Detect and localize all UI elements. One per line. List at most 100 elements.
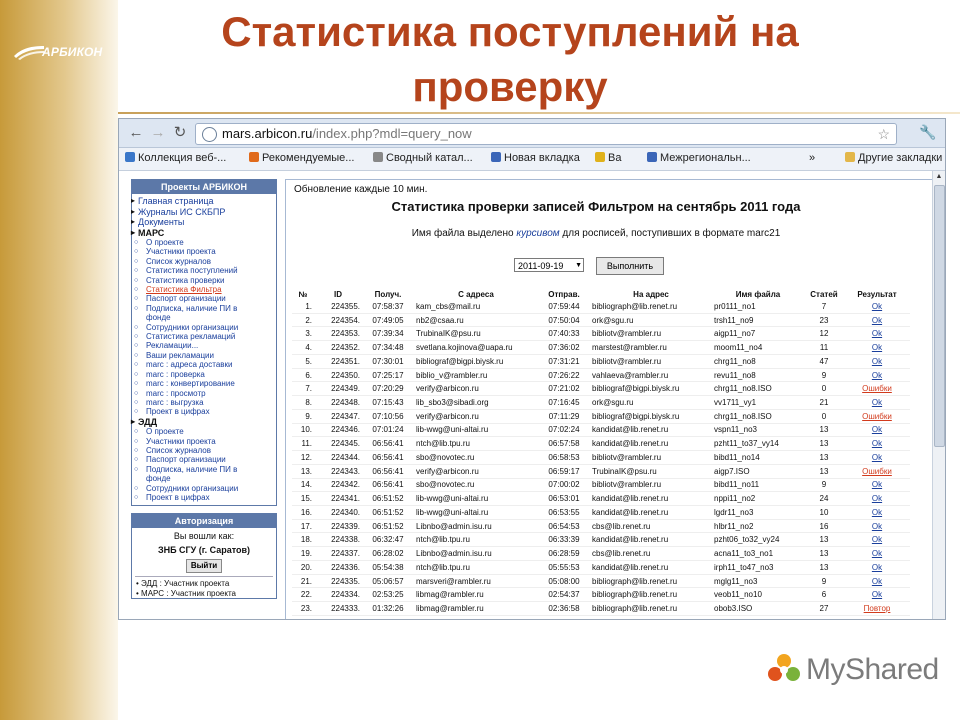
auth-logged-as: Вы вошли как: [173,531,235,542]
table-cell: 07:26:22 [538,368,590,383]
sidebar-item[interactable]: ○ marc : выгрузка [132,398,276,407]
result-link[interactable]: Ok [872,480,882,489]
result-link[interactable]: Ok [872,343,882,352]
sidebar-item[interactable]: ○ Список журналов [132,257,276,266]
scroll-up-arrow-icon[interactable]: ▲ [934,172,944,182]
result-link[interactable]: Ошибки [862,412,892,421]
arrow-bullet-icon: ▸ [131,217,136,226]
result-link[interactable]: Ok [872,590,882,599]
sidebar-item[interactable]: ○ Сотрудники организации [132,323,276,332]
result-link[interactable]: Повтор [864,604,891,613]
result-link[interactable]: Ok [872,494,882,503]
table-cell: Ошибки [844,464,910,479]
page-scrollbar[interactable]: ▲ [932,171,945,619]
sidebar-item[interactable]: ▸ Журналы ИС СКБПР [131,207,276,218]
sidebar-item[interactable]: ▸ ЭДД [131,416,276,428]
result-link[interactable]: Ok [872,371,882,380]
bookmark-label: Другие закладки [858,152,943,164]
result-link[interactable]: Ошибки [862,467,892,476]
wrench-icon[interactable]: 🔧 [919,124,936,141]
table-cell: 224336. [314,560,362,575]
sidebar-item[interactable]: ▸ Главная страница [131,196,276,207]
date-select[interactable]: 2011-09-19 ▼ [514,258,584,272]
result-link[interactable]: Ok [872,316,882,325]
sidebar-item[interactable]: ○ Статистика поступлений [132,266,276,275]
sidebar-item[interactable]: ○ Подписка, наличие ПИ в [132,465,276,474]
result-link[interactable]: Ok [872,522,882,531]
sidebar-item[interactable]: ○ Ваши рекламации [132,351,276,360]
circle-bullet-icon: ○ [134,456,139,464]
sidebar-item[interactable]: ○ marc : адреса доставки [132,360,276,369]
sidebar-item[interactable]: ○ Проект в цифрах [132,493,276,502]
sidebar-item[interactable]: ○ О проекте [132,238,276,247]
sidebar-item[interactable]: ○ Статистика проверки [132,276,276,285]
sidebar-item[interactable]: ○ О проекте [132,427,276,436]
table-row: 16. 224340. 06:51:52 lib-wwg@uni-altai.ru 06… [292,505,910,520]
result-link[interactable]: Ok [872,535,882,544]
table-cell: libmag@rambler.ru [414,601,538,616]
result-link[interactable]: Ok [872,563,882,572]
table-cell: sbo@novotec.ru [414,450,538,465]
result-link[interactable]: Ok [872,302,882,311]
result-link[interactable]: Ok [872,357,882,366]
table-cell: nppi11_no2 [712,491,804,507]
result-link[interactable]: Ok [872,398,882,407]
sidebar-item[interactable]: ○ Проект в цифрах [132,407,276,416]
result-link[interactable]: Ok [872,453,882,462]
scroll-thumb[interactable] [934,185,945,447]
sidebar-item[interactable]: ○ Статистика Фильтра [132,285,276,294]
sidebar-item[interactable]: ○ Сотрудники организации [132,484,276,493]
sidebar-item[interactable]: ○ marc : конвертирование [132,379,276,388]
bookmark-5[interactable]: Межрегиональн... [647,152,751,164]
table-cell: kandidat@lib.renet.ru [590,423,712,438]
sidebar-item[interactable]: ▸ Документы [131,217,276,228]
chevron-down-icon: ▼ [575,262,582,269]
result-link[interactable]: Ok [872,425,882,434]
bookmark-0[interactable]: Коллекция веб-... [125,152,226,164]
sidebar-item[interactable]: ○ Паспорт организации [132,455,276,464]
bookmark-star-icon[interactable]: ☆ [877,124,890,144]
column-header: № [298,289,308,299]
sidebar-item[interactable]: ○ marc : просмотр [132,389,276,398]
sidebar-item[interactable]: фонде [132,313,276,322]
table-row: 22. 224334. 02:53:25 libmag@rambler.ru 02:54… [292,587,910,603]
result-link[interactable]: Ok [872,329,882,338]
sidebar-item[interactable]: ○ marc : проверка [132,370,276,379]
bookmark-label: Коллекция веб-... [138,152,227,164]
table-cell: 07:39:34 [362,326,414,342]
reload-icon[interactable]: ↻ [171,124,189,142]
sidebar-item[interactable]: ○ Список журналов [132,446,276,455]
sidebar-item[interactable]: ○ Участники проекта [132,247,276,256]
bookmark-4[interactable]: Ва [595,152,621,164]
result-link[interactable]: Ok [872,549,882,558]
table-cell: 07:50:04 [538,313,590,328]
result-link[interactable]: Ошибки [862,384,892,393]
result-link[interactable]: Ok [872,439,882,448]
bookmark-6[interactable]: » [809,152,815,164]
sidebar-item[interactable]: ○ Подписка, наличие ПИ в [132,304,276,313]
sidebar-item[interactable]: ○ Статистика рекламаций [132,332,276,341]
forward-arrow-icon[interactable]: → [149,124,167,142]
table-cell: pzht06_to32_vy24 [712,532,804,548]
arrow-bullet-icon: ▸ [131,416,136,426]
bookmark-2[interactable]: Сводный катал... [373,152,473,164]
sidebar-item[interactable]: ○ Паспорт организации [132,294,276,303]
result-link[interactable]: Ok [872,577,882,586]
circle-bullet-icon: ○ [134,323,139,331]
bookmark-1[interactable]: Рекомендуемые... [249,152,354,164]
table-cell: bibliograf@bigpi.biysk.ru [590,381,712,397]
table-row: 12. 224344. 06:56:41 sbo@novotec.ru 06:58:53… [292,450,910,465]
run-button[interactable]: Выполнить [596,257,664,275]
sidebar-item[interactable]: фонде [132,474,276,483]
logout-button[interactable]: Выйти [186,559,222,574]
sidebar-item-label: Участники проекта [146,247,216,257]
url-input[interactable]: mars.arbicon.ru/index.php?mdl=query_now … [195,123,897,145]
bookmark-3[interactable]: Новая вкладка [491,152,580,164]
back-arrow-icon[interactable]: ← [127,124,145,142]
sidebar-item[interactable]: ▸ МАРС [131,228,276,239]
bookmark-7[interactable]: Другие закладки [845,152,942,164]
sidebar-item[interactable]: ○ Участники проекта [132,437,276,446]
result-link[interactable]: Ok [872,508,882,517]
sidebar-item[interactable]: ○ Рекламации... [132,341,276,350]
table-cell: bibliotv@rambler.ru [590,354,712,369]
